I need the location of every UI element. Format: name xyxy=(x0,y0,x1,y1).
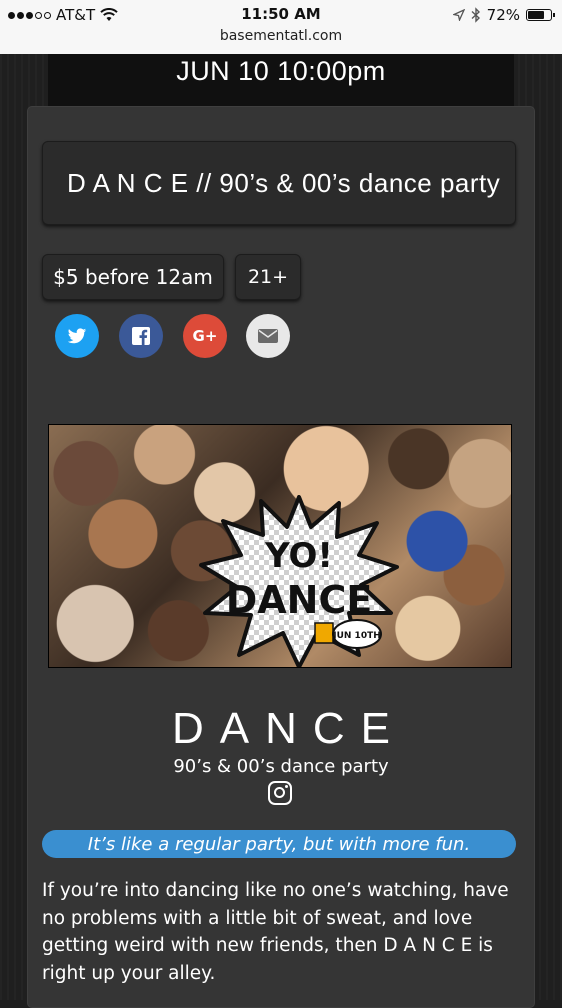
location-arrow-icon xyxy=(452,9,465,21)
price-tag[interactable]: $5 before 12am xyxy=(42,254,224,300)
event-description: If you’re into dancing like no one’s wat… xyxy=(42,880,509,984)
event-heading: DANCE xyxy=(171,704,407,753)
poster-yo-text: YO! xyxy=(264,536,333,576)
poster-date-badge: JUN 10TH xyxy=(332,631,381,641)
email-icon xyxy=(258,329,278,343)
url-bar[interactable]: basementatl.com xyxy=(0,28,562,44)
google-plus-icon: G+ xyxy=(192,327,218,345)
facebook-icon xyxy=(132,327,150,345)
basement-logo xyxy=(314,622,334,644)
event-subheading: 90’s & 00’s dance party xyxy=(173,756,389,777)
age-restriction-tag[interactable]: 21+ xyxy=(235,254,301,300)
twitter-icon xyxy=(67,327,87,343)
comic-burst-graphic: YO! DANCE JUN 10TH xyxy=(199,495,399,667)
email-share-button[interactable] xyxy=(246,314,290,358)
battery-percent: 72% xyxy=(486,6,520,24)
google-plus-share-button[interactable]: G+ xyxy=(183,314,227,358)
event-date: JUN 10 10:00pm xyxy=(176,56,386,86)
instagram-icon[interactable] xyxy=(268,781,292,805)
poster-dance-text: DANCE xyxy=(226,578,373,622)
status-right: 72% xyxy=(452,6,555,24)
facebook-share-button[interactable] xyxy=(119,314,163,358)
ios-status-bar: AT&T 11:50 AM basementatl.com 72% xyxy=(0,0,562,55)
battery-icon xyxy=(526,9,555,21)
event-tagline: It’s like a regular party, but with more… xyxy=(42,830,516,858)
twitter-share-button[interactable] xyxy=(55,314,99,358)
bluetooth-icon xyxy=(471,7,480,23)
event-poster-image[interactable]: YO! DANCE JUN 10TH xyxy=(48,424,512,668)
event-title-button[interactable]: D A N C E // 90’s & 00’s dance party xyxy=(42,141,516,225)
